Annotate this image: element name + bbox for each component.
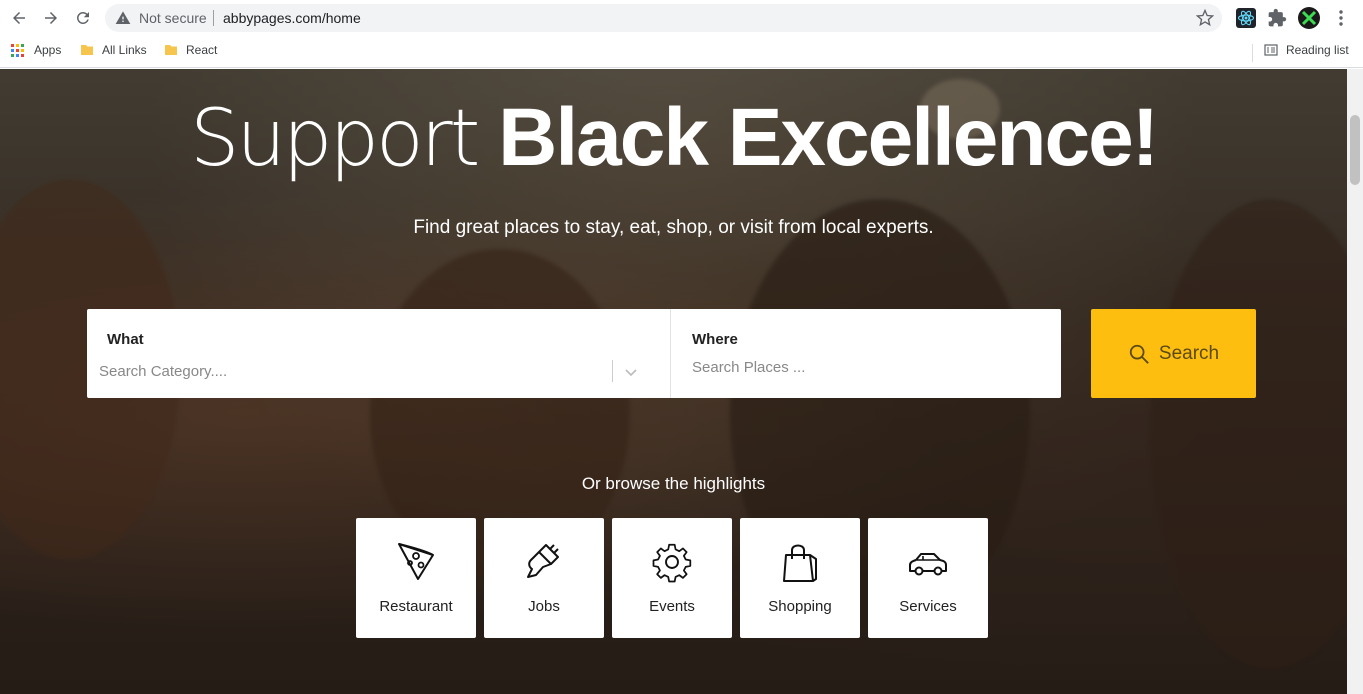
apps-grid-icon: [11, 43, 24, 57]
hero-section: Support Black Excellence! Find great pla…: [0, 69, 1347, 694]
where-label: Where: [692, 331, 738, 348]
reading-list-label: Reading list: [1286, 43, 1349, 57]
url-text[interactable]: abbypages.com/home: [223, 10, 361, 26]
forward-button[interactable]: [39, 6, 63, 30]
category-label: Restaurant: [379, 598, 453, 615]
react-devtools-icon[interactable]: [1236, 8, 1256, 28]
address-divider: [213, 10, 214, 26]
category-restaurant[interactable]: Restaurant: [356, 518, 476, 638]
category-label: Jobs: [528, 598, 560, 615]
what-field: What: [87, 309, 671, 398]
category-shopping[interactable]: Shopping: [740, 518, 860, 638]
reload-icon: [76, 11, 89, 24]
search-button[interactable]: Search: [1091, 309, 1256, 398]
bookmarks-divider: [1252, 44, 1253, 62]
page-scrollbar[interactable]: [1347, 69, 1363, 694]
what-label: What: [107, 331, 144, 348]
reading-list-icon: [1264, 44, 1278, 56]
category-tiles: Restaurant Jobs Events Shopping Services: [356, 518, 988, 638]
bookmark-label: React: [186, 43, 218, 57]
reload-button[interactable]: [71, 6, 95, 30]
bookmark-apps[interactable]: Apps: [11, 43, 61, 57]
more-menu-icon[interactable]: [1334, 9, 1348, 27]
not-secure-label[interactable]: Not secure: [139, 10, 207, 26]
browse-heading: Or browse the highlights: [581, 474, 766, 493]
back-button[interactable]: [7, 6, 31, 30]
category-label: Services: [899, 598, 957, 615]
category-label: Shopping: [768, 598, 832, 615]
scrollbar-thumb[interactable]: [1350, 115, 1360, 185]
reading-list-button[interactable]: Reading list: [1264, 43, 1349, 57]
paint-brush-icon: [527, 544, 559, 578]
address-bar[interactable]: Not secure abbypages.com/home: [105, 4, 1222, 32]
category-search-input[interactable]: [99, 363, 599, 380]
search-icon: [1129, 344, 1149, 364]
bookmark-all-links[interactable]: All Links: [80, 43, 147, 57]
bookmark-label: All Links: [102, 43, 147, 57]
category-services[interactable]: Services: [868, 518, 988, 638]
category-jobs[interactable]: Jobs: [484, 518, 604, 638]
hero-title: Support Black Excellence!: [0, 97, 1347, 179]
gear-icon: [652, 543, 692, 583]
hero-title-light: Support: [189, 94, 480, 184]
bookmark-react[interactable]: React: [164, 43, 217, 57]
chevron-down-icon[interactable]: [624, 365, 638, 379]
search-form: What Where: [87, 309, 1061, 398]
select-divider: [612, 360, 613, 382]
search-button-label: Search: [1158, 342, 1220, 364]
bookmark-label: Apps: [34, 43, 62, 57]
category-events[interactable]: Events: [612, 518, 732, 638]
arrow-right-icon: [45, 12, 57, 24]
where-field: Where: [672, 309, 1061, 398]
bookmarks-bar: Apps All Links React Reading list: [0, 36, 1363, 68]
extensions-puzzle-icon[interactable]: [1267, 8, 1287, 28]
folder-icon: [165, 45, 177, 55]
pizza-slice-icon: [398, 543, 434, 580]
category-label: Events: [649, 598, 695, 615]
folder-icon: [81, 45, 93, 55]
star-icon[interactable]: [1196, 9, 1214, 27]
hero-subtitle: Find great places to stay, eat, shop, or…: [413, 217, 934, 238]
car-icon: [909, 553, 947, 576]
arrow-left-icon: [13, 12, 25, 24]
browser-toolbar: Not secure abbypages.com/home: [0, 0, 1363, 36]
hero-title-bold: Black Excellence!: [498, 92, 1159, 183]
profile-avatar-icon[interactable]: [1298, 7, 1320, 29]
places-search-input[interactable]: [692, 359, 1032, 376]
warning-icon: [115, 11, 131, 24]
shopping-bag-icon: [783, 544, 817, 582]
